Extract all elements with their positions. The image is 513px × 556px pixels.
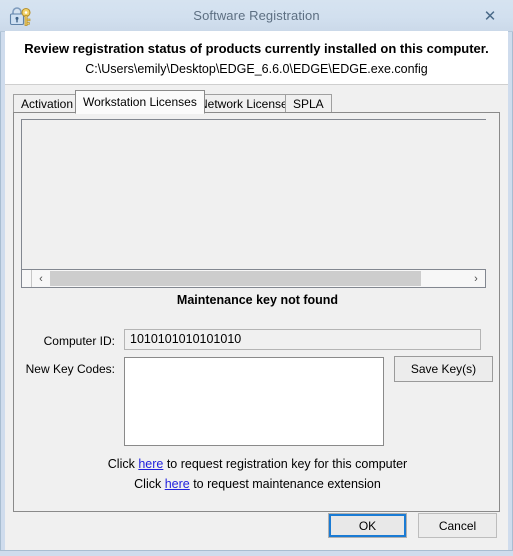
computer-id-field[interactable]: 1010101010101010	[124, 329, 481, 350]
software-registration-dialog: Software Registration ✕ Review registrat…	[0, 0, 513, 556]
tab-activation[interactable]: Activation	[13, 94, 82, 113]
scroll-right-icon[interactable]: ›	[467, 270, 485, 287]
page-title: Review registration status of products c…	[24, 41, 489, 56]
scrollbar-track[interactable]	[50, 270, 467, 287]
scrollbar-thumb[interactable]	[50, 271, 422, 286]
workstation-licenses-panel: ‹ › Maintenance key not found Computer I…	[13, 112, 500, 512]
request-maintenance-extension-link[interactable]: here	[165, 477, 190, 491]
scroll-left-icon[interactable]: ‹	[32, 270, 50, 287]
dialog-header: Review registration status of products c…	[5, 31, 508, 85]
tab-workstation-licenses[interactable]: Workstation Licenses	[75, 90, 205, 114]
request-registration-key-link[interactable]: here	[138, 457, 163, 471]
link-line1-suffix: to request registration key for this com…	[163, 457, 408, 471]
cancel-button[interactable]: Cancel	[418, 513, 497, 538]
title-bar: Software Registration ✕	[0, 0, 513, 32]
license-list-body	[22, 120, 486, 269]
link-line2-suffix: to request maintenance extension	[189, 477, 381, 491]
new-key-codes-label: New Key Codes:	[25, 362, 115, 376]
license-list[interactable]	[21, 119, 486, 270]
registration-key-link-line: Click here to request registration key f…	[14, 457, 501, 471]
ok-button[interactable]: OK	[328, 513, 407, 538]
tab-strip: Activation Workstation Licenses Network …	[13, 90, 500, 114]
status-badge: Maintenance key not found	[176, 293, 339, 307]
link-line1-prefix: Click	[107, 457, 139, 471]
horizontal-scrollbar[interactable]: ‹ ›	[21, 270, 486, 288]
tab-spla[interactable]: SPLA	[285, 94, 332, 113]
close-icon[interactable]: ✕	[469, 1, 511, 30]
link-line2-prefix: Click	[134, 477, 165, 491]
window-title: Software Registration	[193, 8, 320, 23]
config-path: C:\Users\emily\Desktop\EDGE_6.6.0\EDGE\E…	[85, 62, 428, 76]
computer-id-label: Computer ID:	[43, 334, 115, 348]
new-key-codes-input[interactable]	[124, 357, 384, 446]
save-keys-button[interactable]: Save Key(s)	[394, 356, 493, 382]
maintenance-extension-link-line: Click here to request maintenance extens…	[14, 477, 501, 491]
scrollbar-grip	[22, 270, 32, 287]
